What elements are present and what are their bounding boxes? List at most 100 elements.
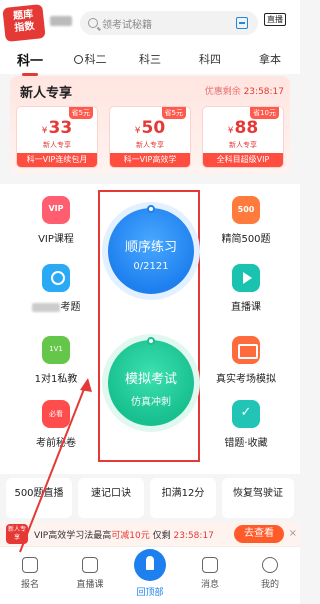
tab-subject-2[interactable]: 科二 [60, 51, 120, 67]
vip-course-entry[interactable]: VIP课程 [16, 196, 96, 245]
coach-icon [42, 336, 70, 364]
tile-mnemonics[interactable]: 速记口诀 [78, 478, 144, 518]
location-icon [42, 264, 70, 292]
tab-signup[interactable]: 报名 [0, 557, 60, 590]
real-exam-sim-entry[interactable]: 真实考场模拟 [206, 336, 286, 385]
coupon-name: 科一VIP高效学 [110, 153, 190, 167]
feature-label: VIP课程 [38, 234, 74, 245]
bottom-tab-bar: 报名 直播课 回顶部 消息 我的 [0, 546, 300, 604]
signup-icon [22, 557, 38, 573]
tab-label: 报名 [20, 580, 39, 590]
tab-label: 我的 [260, 580, 279, 590]
tab-subject-1[interactable]: 科一 [0, 50, 60, 76]
search-icon [88, 18, 98, 28]
tab-messages[interactable]: 消息 [180, 557, 240, 590]
currency-symbol: ¥ [134, 126, 141, 136]
search-placeholder: 领考试秘籍 [102, 19, 152, 31]
price-value: 50 [141, 118, 166, 138]
app-logo[interactable]: 题库 指数 [2, 4, 46, 42]
newbie-title: 新人专享 [20, 86, 73, 101]
tab-subject-4[interactable]: 科四 [180, 51, 240, 67]
one-on-one-entry[interactable]: 1对1私教 [16, 336, 96, 385]
main-panel: VIP课程 精简500题 考题 直播课 1对1私教 真实考场模拟 考前秘卷 错题… [0, 184, 300, 474]
mock-subtitle: 仿真冲刺 [131, 397, 171, 408]
countdown-value: 23:58:17 [243, 87, 284, 97]
tile-500-live[interactable]: 500题直播 [6, 478, 72, 518]
top500-entry[interactable]: 精简500题 [206, 196, 286, 245]
scan-icon[interactable] [236, 17, 248, 29]
progress-dot [147, 205, 155, 213]
promo-text: VIP高效学习法最高可减10元 仅剩 23:58:17 [34, 528, 214, 541]
tab-label: 科二 [84, 53, 107, 66]
view-offer-button[interactable]: 去查看 [234, 525, 284, 543]
promo-text-b: 仅剩 [152, 531, 171, 541]
tab-label: 直播课 [76, 580, 104, 590]
currency-symbol: ¥ [227, 126, 234, 136]
mistakes-entry[interactable]: 错题·收藏 [206, 400, 286, 449]
tab-me[interactable]: 我的 [240, 557, 300, 590]
profile-icon [262, 557, 278, 573]
newbie-badge: 新人专享 [6, 524, 28, 544]
coupon-card[interactable]: 省5元 ¥50 新人专享 科一VIP高效学 [109, 106, 191, 168]
coupon-price: ¥33 [17, 118, 97, 138]
message-icon [202, 557, 218, 573]
sequential-progress: 0/2121 [133, 261, 169, 272]
steering-wheel-icon [73, 55, 83, 64]
live-course-entry[interactable]: 直播课 [206, 264, 286, 313]
mock-exam-button[interactable]: 模拟考试 仿真冲刺 [108, 337, 194, 426]
tab-label: 拿本 [259, 53, 281, 66]
feature-label: 精简500题 [221, 234, 271, 245]
coupon-name: 科一VIP连续包月 [17, 153, 97, 167]
play-icon [82, 557, 98, 573]
book-icon [42, 400, 70, 428]
search-bar[interactable]: 领考试秘籍 [80, 11, 258, 35]
feature-label: 考题 [16, 298, 96, 313]
promo-strip: 新人专享 VIP高效学习法最高可减10元 仅剩 23:58:17 去查看 × [0, 522, 300, 546]
check-icon [232, 400, 260, 428]
tab-label: 科三 [139, 53, 161, 66]
tab-label: 回顶部 [136, 588, 164, 598]
sequential-practice-button[interactable]: 顺序练习 0/2121 [108, 205, 194, 294]
monitor-icon [232, 336, 260, 364]
countdown-label: 优惠剩余 [204, 87, 241, 97]
coupon-tag: 新人专享 [229, 141, 257, 149]
blurred-location[interactable] [50, 16, 72, 26]
newbie-offer-banner: 新人专享 优惠剩余 23:58:17 省5元 ¥33 新人专享 科一VIP连续包… [10, 76, 290, 174]
vip-icon [42, 196, 70, 224]
tab-label: 消息 [200, 580, 219, 590]
live-button[interactable]: 直播 [264, 13, 286, 26]
tab-live-course[interactable]: 直播课 [60, 557, 120, 590]
exam-label: 考题 [60, 302, 81, 313]
feature-label: 考前秘卷 [36, 438, 76, 449]
blurred-city [31, 302, 60, 312]
close-icon[interactable]: × [289, 528, 297, 539]
quick-tiles: 500题直播 速记口诀 扣满12分 恢复驾驶证 [0, 478, 300, 522]
tile-12-points[interactable]: 扣满12分 [150, 478, 216, 518]
currency-symbol: ¥ [41, 126, 48, 136]
tab-back-to-top[interactable]: 回顶部 [120, 585, 180, 598]
tile-restore-license[interactable]: 恢复驾驶证 [222, 478, 294, 518]
tab-label: 科四 [199, 53, 221, 66]
tab-subject-3[interactable]: 科三 [120, 51, 180, 67]
rocket-icon[interactable] [134, 549, 166, 581]
coupon-price: ¥50 [110, 118, 190, 138]
offer-countdown: 优惠剩余 23:58:17 [205, 84, 284, 97]
exam-entry[interactable]: 考题 [16, 264, 96, 313]
promo-text-a: VIP高效学习法最高 [34, 531, 112, 541]
promo-discount: 可减10元 [111, 531, 150, 541]
subject-tabs: 科一 科二 科三 科四 拿本 [0, 44, 300, 76]
coupon-tag: 新人专享 [43, 141, 71, 149]
feature-label: 错题·收藏 [224, 438, 268, 449]
pre-exam-entry[interactable]: 考前秘卷 [16, 400, 96, 449]
tab-license[interactable]: 拿本 [240, 51, 300, 67]
sequential-title: 顺序练习 [124, 240, 177, 255]
mock-title: 模拟考试 [124, 372, 177, 387]
tab-label: 科一 [16, 53, 43, 69]
promo-countdown: 23:58:17 [173, 531, 214, 541]
coupon-card[interactable]: 省5元 ¥33 新人专享 科一VIP连续包月 [16, 106, 98, 168]
coupon-card[interactable]: 省10元 ¥88 新人专享 全科目超级VIP [202, 106, 284, 168]
feature-label: 1对1私教 [34, 374, 78, 385]
top500-icon [232, 196, 260, 224]
top-bar: 题库 指数 领考试秘籍 直播 [0, 0, 300, 44]
feature-label: 真实考场模拟 [216, 374, 276, 385]
